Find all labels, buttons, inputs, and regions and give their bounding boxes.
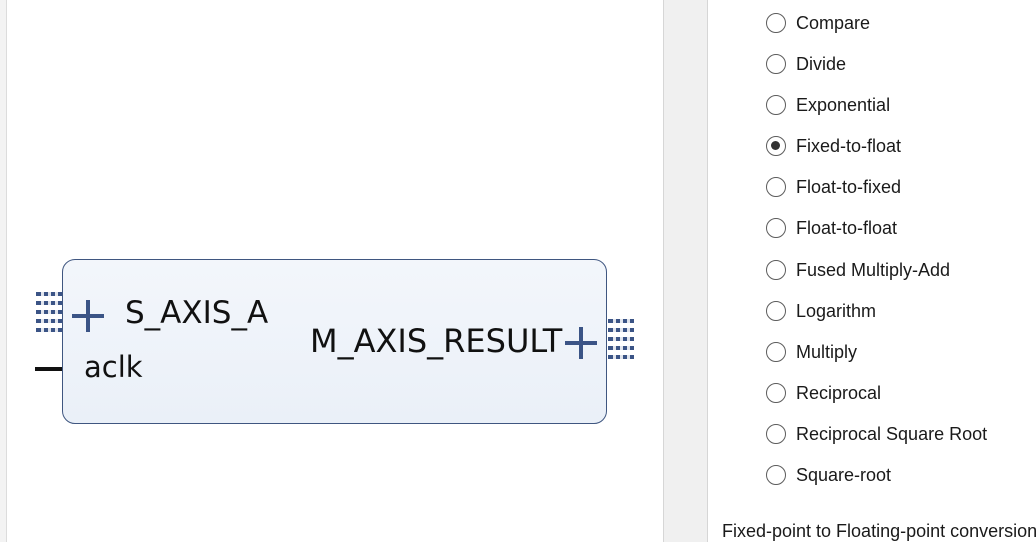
radio-logarithm[interactable]: Logarithm xyxy=(766,298,876,324)
bus-interface-icon[interactable] xyxy=(608,319,634,363)
radio-button[interactable] xyxy=(766,177,786,197)
radio-label[interactable]: Float-to-fixed xyxy=(796,177,901,198)
radio-fused-multiply-add[interactable]: Fused Multiply-Add xyxy=(766,257,950,283)
radio-float-to-float[interactable]: Float-to-float xyxy=(766,215,897,241)
radio-button[interactable] xyxy=(766,54,786,74)
radio-label[interactable]: Fixed-to-float xyxy=(796,136,901,157)
radio-button-selected[interactable] xyxy=(766,136,786,156)
radio-label[interactable]: Divide xyxy=(796,54,846,75)
radio-reciprocal-square-root[interactable]: Reciprocal Square Root xyxy=(766,421,987,447)
radio-label[interactable]: Square-root xyxy=(796,465,891,486)
clock-pin[interactable] xyxy=(35,367,62,371)
radio-button[interactable] xyxy=(766,424,786,444)
radio-button[interactable] xyxy=(766,342,786,362)
radio-multiply[interactable]: Multiply xyxy=(766,339,857,365)
panel-splitter[interactable] xyxy=(663,0,708,542)
radio-label[interactable]: Compare xyxy=(796,13,870,34)
radio-label[interactable]: Logarithm xyxy=(796,301,876,322)
radio-button[interactable] xyxy=(766,383,786,403)
port-label-s-axis-a[interactable]: S_AXIS_A xyxy=(125,298,268,329)
radio-fixed-to-float[interactable]: Fixed-to-float xyxy=(766,133,901,159)
bus-interface-icon[interactable] xyxy=(36,292,62,336)
radio-button[interactable] xyxy=(766,218,786,238)
radio-button[interactable] xyxy=(766,301,786,321)
radio-label[interactable]: Reciprocal Square Root xyxy=(796,424,987,445)
radio-label[interactable]: Float-to-float xyxy=(796,218,897,239)
operation-description: Fixed-point to Floating-point conversion xyxy=(722,521,1036,541)
radio-label[interactable]: Multiply xyxy=(796,342,857,363)
radio-button[interactable] xyxy=(766,465,786,485)
radio-square-root[interactable]: Square-root xyxy=(766,462,891,488)
radio-reciprocal[interactable]: Reciprocal xyxy=(766,380,881,406)
port-label-aclk[interactable]: aclk xyxy=(84,353,143,382)
expand-s-axis-a-plus-icon[interactable] xyxy=(72,300,104,332)
radio-divide[interactable]: Divide xyxy=(766,51,846,77)
radio-button[interactable] xyxy=(766,260,786,280)
canvas-left-border xyxy=(0,0,7,542)
radio-button[interactable] xyxy=(766,95,786,115)
radio-label[interactable]: Fused Multiply-Add xyxy=(796,260,950,281)
radio-float-to-fixed[interactable]: Float-to-fixed xyxy=(766,174,901,200)
radio-label[interactable]: Reciprocal xyxy=(796,383,881,404)
radio-button[interactable] xyxy=(766,13,786,33)
expand-m-axis-result-plus-icon[interactable] xyxy=(565,327,597,359)
radio-exponential[interactable]: Exponential xyxy=(766,92,890,118)
radio-compare[interactable]: Compare xyxy=(766,10,870,36)
radio-label[interactable]: Exponential xyxy=(796,95,890,116)
port-label-m-axis-result[interactable]: M_AXIS_RESULT xyxy=(310,325,562,357)
